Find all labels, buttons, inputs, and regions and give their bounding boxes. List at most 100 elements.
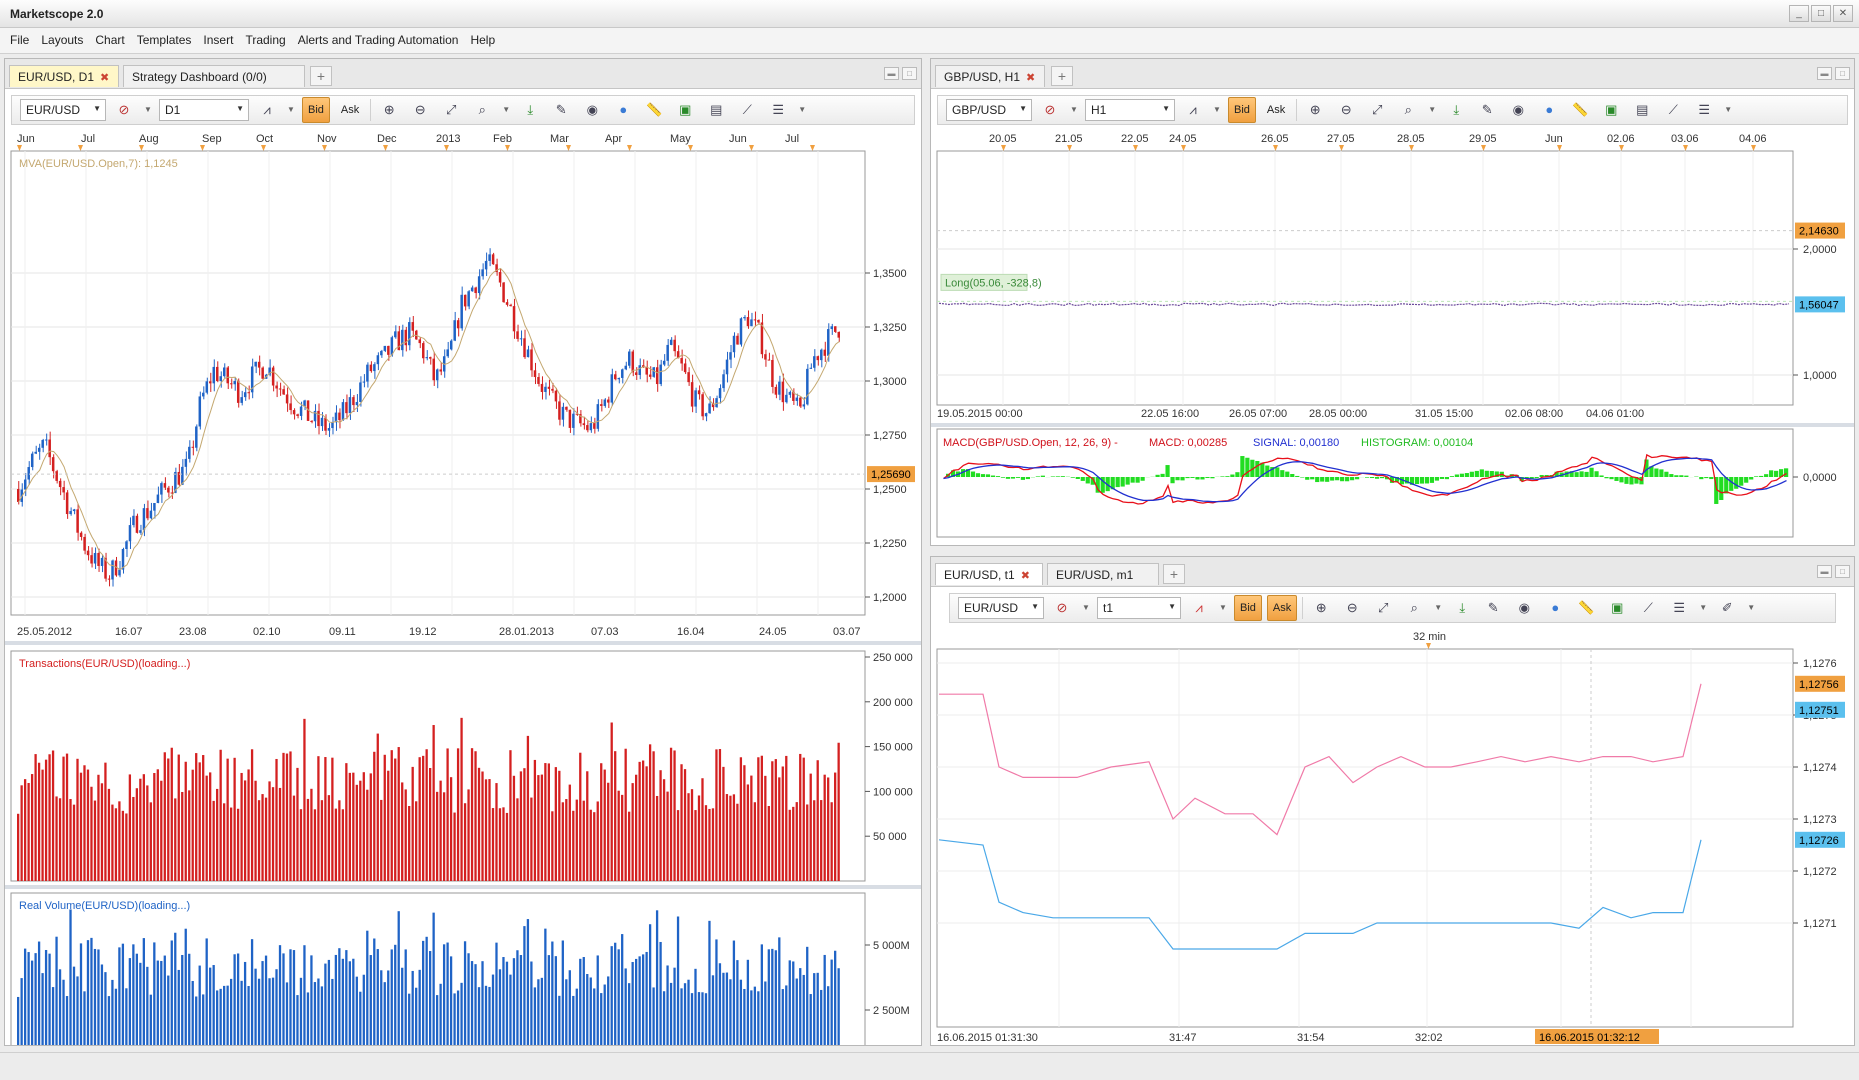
bid-button[interactable]: Bid <box>1228 97 1256 123</box>
zoom-select-icon[interactable]: ⌕ <box>1401 596 1427 620</box>
tab-eurusd-m1[interactable]: EUR/USD, m1 <box>1047 563 1159 585</box>
zoom-out-icon[interactable]: ⊖ <box>407 98 433 122</box>
timeframe-select[interactable]: t1 ▼ <box>1097 597 1181 619</box>
menu-insert[interactable]: Insert <box>197 28 239 53</box>
zoom-select-icon[interactable]: ⌕ <box>1395 98 1421 122</box>
globe-icon[interactable]: ● <box>610 98 636 122</box>
zoom-select-icon[interactable]: ⌕ <box>469 98 495 122</box>
chevron-down-icon[interactable]: ▼ <box>1068 98 1080 122</box>
properties-icon[interactable]: ✎ <box>1480 596 1506 620</box>
menu-file[interactable]: File <box>4 28 35 53</box>
zoom-fit-icon[interactable]: ⤢ <box>1364 98 1390 122</box>
globe-icon[interactable]: ● <box>1542 596 1568 620</box>
view-icon[interactable]: ◉ <box>579 98 605 122</box>
right-bottom-chart-area[interactable]: 32 min1,12761,12751,12741,12731,12721,12… <box>931 627 1854 1045</box>
bid-button[interactable]: Bid <box>302 97 330 123</box>
tab-eurusd-d1[interactable]: EUR/USD, D1 ✖ <box>9 65 119 87</box>
scroll-end-icon[interactable]: ⤓ <box>1449 596 1475 620</box>
timeframe-select[interactable]: H1 ▼ <box>1085 99 1175 121</box>
close-tab-icon[interactable]: ✖ <box>100 72 109 84</box>
chevron-down-icon[interactable]: ▼ <box>1217 596 1229 620</box>
tab-gbpusd-h1[interactable]: GBP/USD, H1 ✖ <box>935 65 1045 87</box>
screenshot-icon[interactable]: ▣ <box>1604 596 1630 620</box>
screenshot-icon[interactable]: ▣ <box>1598 98 1624 122</box>
drawing-tools-icon[interactable]: ⟋ <box>734 98 760 122</box>
print-icon[interactable]: ▤ <box>703 98 729 122</box>
indicator-remove-icon[interactable]: ⊘ <box>1049 596 1075 620</box>
zoom-in-icon[interactable]: ⊕ <box>376 98 402 122</box>
instrument-select[interactable]: EUR/USD ▼ <box>20 99 106 121</box>
add-tab-button[interactable]: + <box>1163 564 1185 584</box>
zoom-out-icon[interactable]: ⊖ <box>1333 98 1359 122</box>
menu-list-icon[interactable]: ☰ <box>1691 98 1717 122</box>
minimize-button[interactable]: _ <box>1789 5 1809 22</box>
add-tab-button[interactable]: + <box>1051 66 1073 86</box>
menu-templates[interactable]: Templates <box>131 28 198 53</box>
ask-button[interactable]: Ask <box>1266 595 1298 621</box>
properties-icon[interactable]: ✎ <box>548 98 574 122</box>
bid-button[interactable]: Bid <box>1234 595 1262 621</box>
chart-type-icon[interactable]: ⩘ <box>1180 98 1206 122</box>
globe-icon[interactable]: ● <box>1536 98 1562 122</box>
chevron-down-icon[interactable]: ▼ <box>1211 98 1223 122</box>
close-window-button[interactable]: ✕ <box>1833 5 1853 22</box>
chevron-down-icon[interactable]: ▼ <box>1432 596 1444 620</box>
panel-maximize-icon[interactable]: □ <box>1835 67 1850 80</box>
chevron-down-icon[interactable]: ▼ <box>796 98 808 122</box>
menu-alerts[interactable]: Alerts and Trading Automation <box>292 28 465 53</box>
indicator-remove-icon[interactable]: ⊘ <box>1037 98 1063 122</box>
indicator-remove-icon[interactable]: ⊘ <box>111 98 137 122</box>
drawing-tools-icon[interactable]: ⟋ <box>1635 596 1661 620</box>
chevron-down-icon[interactable]: ▼ <box>1426 98 1438 122</box>
scroll-end-icon[interactable]: ⤓ <box>517 98 543 122</box>
view-icon[interactable]: ◉ <box>1505 98 1531 122</box>
timeframe-select[interactable]: D1 ▼ <box>159 99 249 121</box>
zoom-fit-icon[interactable]: ⤢ <box>438 98 464 122</box>
chart-type-icon[interactable]: ⩘ <box>254 98 280 122</box>
chart-type-icon[interactable]: ⩘ <box>1186 596 1212 620</box>
ruler-icon[interactable]: 📏 <box>641 98 667 122</box>
chevron-down-icon[interactable]: ▼ <box>1722 98 1734 122</box>
tab-eurusd-t1[interactable]: EUR/USD, t1 ✖ <box>935 563 1043 585</box>
panel-minimize-icon[interactable]: ▬ <box>1817 67 1832 80</box>
close-tab-icon[interactable]: ✖ <box>1021 570 1030 582</box>
pen-icon[interactable]: ✐ <box>1714 596 1740 620</box>
view-icon[interactable]: ◉ <box>1511 596 1537 620</box>
instrument-select[interactable]: EUR/USD ▼ <box>958 597 1044 619</box>
menu-chart[interactable]: Chart <box>89 28 130 53</box>
tab-strategy-dashboard[interactable]: Strategy Dashboard (0/0) <box>123 65 305 87</box>
instrument-select[interactable]: GBP/USD ▼ <box>946 99 1032 121</box>
ask-button[interactable]: Ask <box>335 97 365 123</box>
chevron-down-icon[interactable]: ▼ <box>500 98 512 122</box>
menu-list-icon[interactable]: ☰ <box>1666 596 1692 620</box>
menu-layouts[interactable]: Layouts <box>35 28 89 53</box>
drawing-tools-icon[interactable]: ⟋ <box>1660 98 1686 122</box>
zoom-out-icon[interactable]: ⊖ <box>1339 596 1365 620</box>
chevron-down-icon[interactable]: ▼ <box>1745 596 1757 620</box>
chevron-down-icon[interactable]: ▼ <box>1080 596 1092 620</box>
menu-trading[interactable]: Trading <box>239 28 291 53</box>
menu-help[interactable]: Help <box>464 28 501 53</box>
panel-minimize-icon[interactable]: ▬ <box>1817 565 1832 578</box>
panel-maximize-icon[interactable]: □ <box>902 67 917 80</box>
ask-button[interactable]: Ask <box>1261 97 1291 123</box>
panel-minimize-icon[interactable]: ▬ <box>884 67 899 80</box>
menu-list-icon[interactable]: ☰ <box>765 98 791 122</box>
chevron-down-icon[interactable]: ▼ <box>142 98 154 122</box>
add-tab-button[interactable]: + <box>310 66 332 86</box>
chevron-down-icon[interactable]: ▼ <box>1697 596 1709 620</box>
print-icon[interactable]: ▤ <box>1629 98 1655 122</box>
maximize-button[interactable]: □ <box>1811 5 1831 22</box>
chevron-down-icon[interactable]: ▼ <box>285 98 297 122</box>
ruler-icon[interactable]: 📏 <box>1573 596 1599 620</box>
screenshot-icon[interactable]: ▣ <box>672 98 698 122</box>
close-tab-icon[interactable]: ✖ <box>1026 72 1035 84</box>
right-top-chart-area[interactable]: 20.05 21.05 22.05 24.05 26.05 27.05 28.05 29.05… <box>931 129 1854 545</box>
zoom-in-icon[interactable]: ⊕ <box>1302 98 1328 122</box>
zoom-in-icon[interactable]: ⊕ <box>1308 596 1334 620</box>
scroll-end-icon[interactable]: ⤓ <box>1443 98 1469 122</box>
left-chart-area[interactable]: Jun Jul Aug Sep Oct Nov Dec 2013 Feb Mar Apr May Jun… <box>5 129 921 1045</box>
properties-icon[interactable]: ✎ <box>1474 98 1500 122</box>
zoom-fit-icon[interactable]: ⤢ <box>1370 596 1396 620</box>
panel-maximize-icon[interactable]: □ <box>1835 565 1850 578</box>
